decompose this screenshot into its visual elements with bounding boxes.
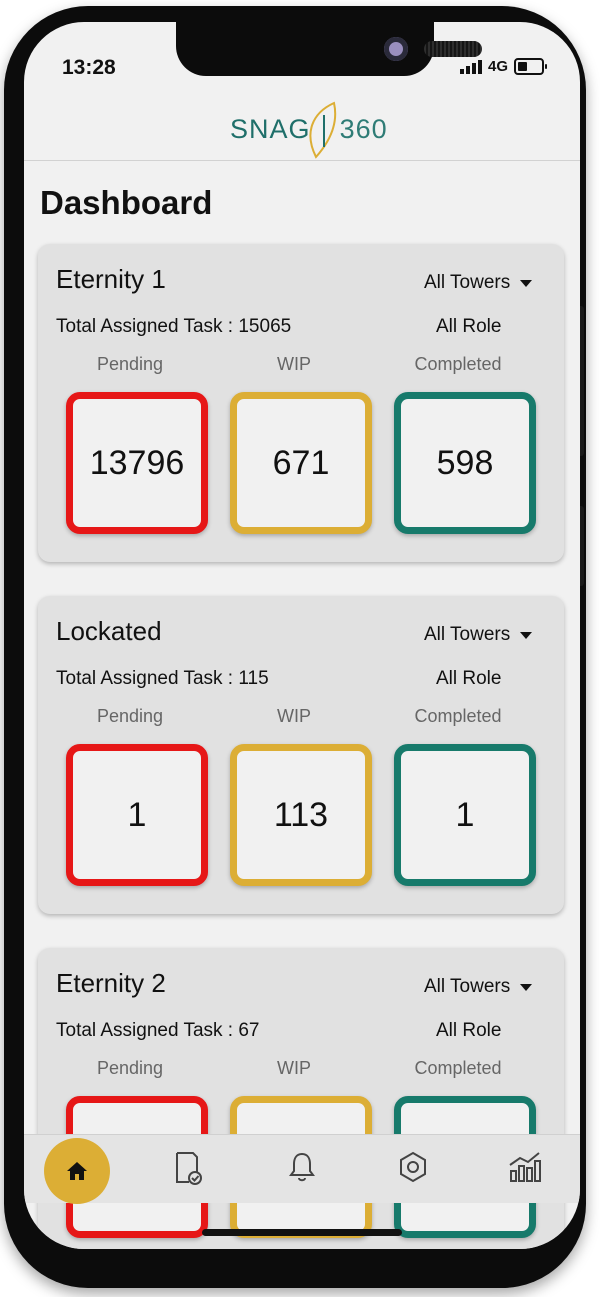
pending-count-box[interactable]: 13796: [66, 392, 208, 534]
network-label: 4G: [487, 58, 508, 75]
role-filter[interactable]: All Role: [436, 668, 501, 690]
completed-label: Completed: [414, 354, 502, 374]
screen: 13:28 4G SNAG 360 Dashboard Eternity 1 A…: [24, 22, 580, 1249]
tower-dropdown[interactable]: All Towers: [424, 624, 533, 646]
pending-count-box[interactable]: 1: [66, 744, 208, 886]
pending-label: Pending: [96, 1058, 164, 1078]
completed-label: Completed: [414, 1058, 502, 1078]
wip-count-box[interactable]: 671: [230, 392, 372, 534]
nav-home-button[interactable]: [44, 1138, 110, 1204]
pending-label: Pending: [96, 706, 164, 726]
role-filter[interactable]: All Role: [436, 316, 501, 338]
caret-down-icon: [520, 631, 533, 639]
app-logo: SNAG 360: [230, 114, 388, 147]
tower-dropdown[interactable]: All Towers: [424, 272, 533, 294]
page-title: Dashboard: [40, 184, 213, 221]
status-time: 13:28: [62, 56, 116, 79]
logo-divider: [323, 114, 326, 147]
tower-dropdown-label: All Towers: [424, 272, 511, 293]
status-indicators: 4G: [459, 58, 547, 75]
bottom-navigation: [24, 1134, 580, 1204]
caret-down-icon: [520, 279, 533, 287]
total-assigned-task: Total Assigned Task : 67: [56, 1020, 260, 1041]
project-name: Lockated: [56, 616, 162, 646]
wip-count-box[interactable]: 113: [230, 744, 372, 886]
tower-dropdown-label: All Towers: [424, 624, 511, 645]
caret-down-icon: [520, 983, 533, 991]
app-header: SNAG 360: [24, 96, 580, 161]
speaker-icon: [424, 41, 482, 57]
project-card-eternity-2[interactable]: Eternity 2 All Towers Total Assigned Tas…: [38, 948, 564, 1249]
project-name: Eternity 2: [56, 968, 166, 998]
wip-label: WIP: [277, 1058, 311, 1078]
project-name: Eternity 1: [56, 264, 166, 294]
tower-dropdown[interactable]: All Towers: [424, 976, 533, 998]
logo-text: SNAG: [230, 114, 311, 144]
home-icon: [67, 1162, 87, 1180]
camera-icon: [384, 37, 408, 61]
wip-label: WIP: [277, 706, 311, 726]
project-card-lockated[interactable]: Lockated All Towers Total Assigned Task …: [38, 596, 564, 914]
completed-label: Completed: [414, 706, 502, 726]
completed-count-box[interactable]: 1: [394, 744, 536, 886]
battery-icon: [514, 58, 547, 75]
tower-dropdown-label: All Towers: [424, 976, 511, 997]
wip-label: WIP: [277, 354, 311, 374]
notch: [176, 22, 482, 76]
task-check-icon[interactable]: [174, 1151, 204, 1185]
total-assigned-task: Total Assigned Task : 15065: [56, 316, 292, 337]
total-assigned-task: Total Assigned Task : 115: [56, 668, 269, 689]
completed-count-box[interactable]: 598: [394, 392, 536, 534]
hexagon-settings-icon[interactable]: [398, 1151, 428, 1183]
logo-number: 360: [339, 114, 388, 144]
home-indicator[interactable]: [202, 1229, 402, 1236]
phone-frame: 13:28 4G SNAG 360 Dashboard Eternity 1 A…: [4, 6, 586, 1288]
bar-chart-icon[interactable]: [508, 1151, 542, 1183]
pending-label: Pending: [96, 354, 164, 374]
project-card-eternity-1[interactable]: Eternity 1 All Towers Total Assigned Tas…: [38, 244, 564, 562]
role-filter[interactable]: All Role: [436, 1020, 501, 1042]
bell-icon[interactable]: [289, 1151, 315, 1183]
signal-icon: [459, 59, 482, 74]
